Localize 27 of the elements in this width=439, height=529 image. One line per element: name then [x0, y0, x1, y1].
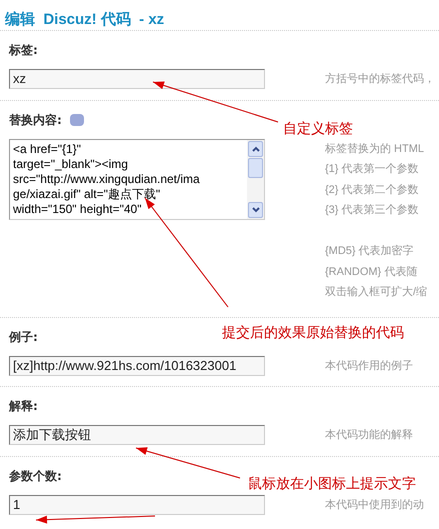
input-field[interactable]: 添加下载按钮 [9, 425, 265, 445]
field-label: 标签: [9, 42, 38, 59]
input-field[interactable]: [xz]http://www.921hs.com/1016323001 [9, 356, 265, 376]
field-label: 解释: [9, 398, 38, 415]
hint-text: {1} 代表第一个参数 [325, 162, 420, 177]
annotation-text: 自定义标签 [283, 119, 353, 138]
hint-text: 本代码功能的解释 [325, 428, 413, 443]
field-label: 参数个数: [9, 468, 62, 484]
hint-text: 双击输入框可扩大/缩 [325, 284, 428, 300]
hint-text: 本代码作用的例子 [325, 358, 413, 374]
hint-text: {MD5} 代表加密字 [325, 244, 415, 259]
scrollbar[interactable] [247, 140, 264, 218]
annotation-text: 鼠标放在小图标上提示文字 [248, 474, 416, 493]
hint-text: {RANDOM} 代表随 [325, 264, 418, 280]
annotation-text: 提交后的效果原始替换的代码 [222, 323, 404, 342]
scroll-thumb[interactable] [248, 158, 263, 178]
hint-text: {2} 代表第二个参数 [325, 182, 420, 198]
page-title: 编辑 Discuz! 代码 - xz [4, 10, 166, 30]
hint-text: {3} 代表第三个参数 [325, 203, 420, 218]
input-field[interactable]: 1 [9, 494, 265, 514]
textarea-field[interactable]: <a href="{1}" target="_blank"><img src="http://www.xingqudian.net/ima ge/xiazai.gif" alt="趣点下载" width="150" height="40" [9, 138, 265, 220]
field-label: 例子: [9, 328, 38, 346]
hint-text: 本代码中使用到的动 [325, 498, 424, 512]
hint-text: 方括号中的标签代码， [325, 72, 435, 87]
field-label: 替换内容: [9, 112, 62, 128]
hint-text: 标签替换为的 HTML [325, 142, 425, 156]
input-field[interactable]: xz [9, 69, 265, 89]
